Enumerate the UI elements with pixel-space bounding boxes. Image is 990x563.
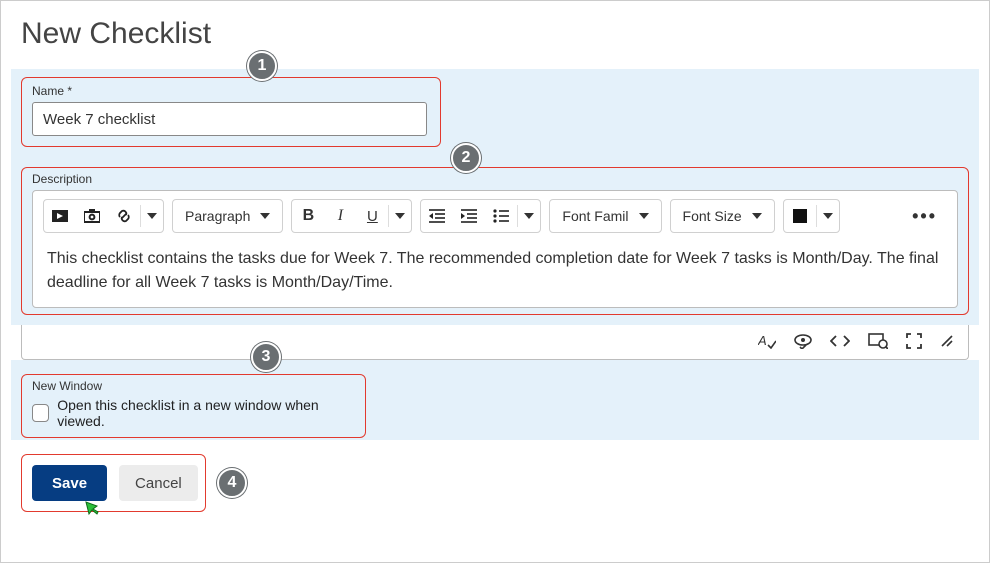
description-label: Description <box>32 172 958 186</box>
page-title: New Checklist <box>21 17 969 51</box>
spellcheck-button[interactable]: A <box>758 333 776 349</box>
insert-media-button[interactable] <box>44 200 76 232</box>
new-window-checkbox[interactable] <box>32 404 49 422</box>
new-window-band: 3 New Window Open this checklist in a ne… <box>11 360 979 440</box>
underline-button[interactable]: U <box>356 200 388 232</box>
insert-link-button[interactable] <box>108 200 140 232</box>
editor-toolbar: Paragraph B I U <box>33 191 957 241</box>
new-window-section: New Window Open this checklist in a new … <box>21 374 366 438</box>
font-size-label: Font Size <box>683 208 742 224</box>
paragraph-style-select[interactable]: Paragraph <box>172 199 283 233</box>
toolbar-color-group <box>783 199 840 233</box>
editor-footer: A <box>22 325 968 359</box>
save-button[interactable]: Save <box>32 465 107 501</box>
new-window-checkbox-label: Open this checklist in a new window when… <box>57 397 355 429</box>
italic-button[interactable]: I <box>324 200 356 232</box>
outdent-button[interactable] <box>421 200 453 232</box>
accessibility-checker-button[interactable] <box>794 333 812 349</box>
callout-2: 2 <box>451 143 481 173</box>
cancel-button[interactable]: Cancel <box>119 465 198 501</box>
fullscreen-button[interactable] <box>906 333 922 349</box>
svg-text:A: A <box>758 333 767 348</box>
toolbar-format-group: B I U <box>291 199 412 233</box>
name-label: Name * <box>32 84 430 98</box>
color-swatch-icon <box>793 209 807 223</box>
list-dropdown-button[interactable] <box>518 200 540 232</box>
media-dropdown-button[interactable] <box>141 200 163 232</box>
editor-content[interactable]: This checklist contains the tasks due fo… <box>33 241 957 307</box>
name-input[interactable] <box>32 102 427 136</box>
preview-button[interactable] <box>868 333 888 349</box>
chevron-down-icon <box>639 213 649 219</box>
chevron-down-icon <box>752 213 762 219</box>
callout-4: 4 <box>217 468 247 498</box>
name-section: Name * <box>21 77 441 147</box>
font-family-select[interactable]: Font Famil <box>549 199 661 233</box>
toolbar-list-group <box>420 199 541 233</box>
name-section-band: 1 Name * <box>11 69 979 157</box>
bullet-list-button[interactable] <box>485 200 517 232</box>
color-dropdown-button[interactable] <box>817 200 839 232</box>
new-window-checkbox-row[interactable]: Open this checklist in a new window when… <box>32 397 355 429</box>
new-window-heading: New Window <box>32 379 355 393</box>
callout-1: 1 <box>247 51 277 81</box>
font-size-select[interactable]: Font Size <box>670 199 775 233</box>
rich-text-editor: Paragraph B I U <box>32 190 958 308</box>
font-family-label: Font Famil <box>562 208 628 224</box>
text-color-button[interactable] <box>784 200 816 232</box>
editor-footer-frame: A <box>21 325 969 360</box>
chevron-down-icon <box>260 213 270 219</box>
description-section: Description <box>21 167 969 315</box>
toolbar-more-button[interactable]: ••• <box>902 206 947 227</box>
actions-wrapper: Save Cancel 4 <box>21 454 969 512</box>
description-section-band: 2 Description <box>11 157 979 325</box>
page-root: New Checklist 1 Name * 2 Description <box>0 0 990 563</box>
actions-section: Save Cancel <box>21 454 206 512</box>
insert-image-button[interactable] <box>76 200 108 232</box>
paragraph-style-label: Paragraph <box>185 208 250 224</box>
resize-handle[interactable] <box>940 334 954 348</box>
bold-button[interactable]: B <box>292 200 324 232</box>
format-dropdown-button[interactable] <box>389 200 411 232</box>
callout-3: 3 <box>251 342 281 372</box>
indent-button[interactable] <box>453 200 485 232</box>
html-source-button[interactable] <box>830 334 850 348</box>
toolbar-media-group <box>43 199 164 233</box>
